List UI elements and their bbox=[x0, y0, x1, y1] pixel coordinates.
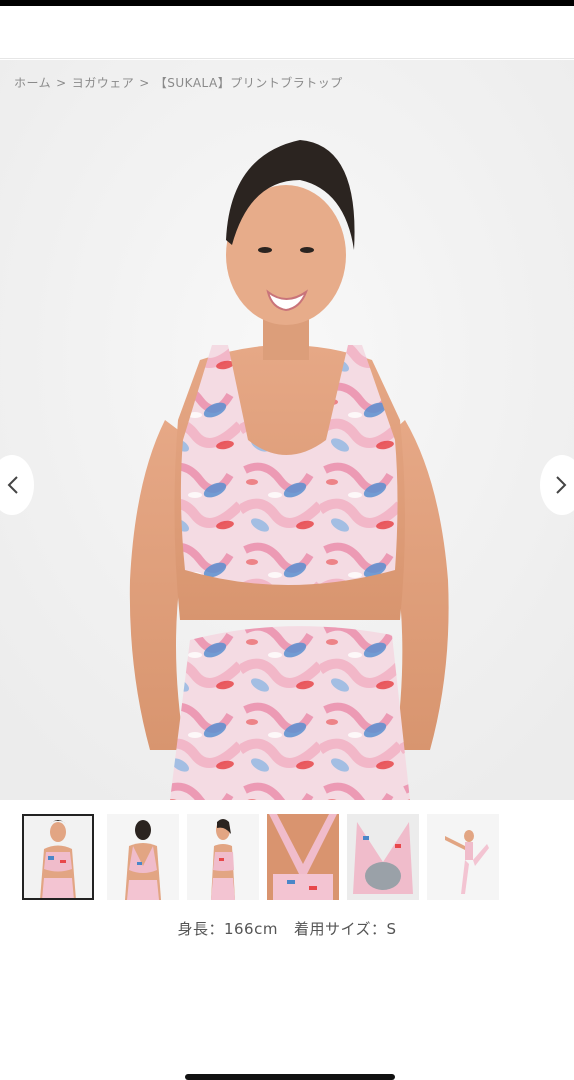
breadcrumb-category[interactable]: ヨガウェア bbox=[72, 74, 135, 91]
thumbnail-image bbox=[107, 814, 179, 900]
chevron-right-icon bbox=[556, 476, 567, 494]
thumbnail-image bbox=[267, 814, 339, 900]
thumbnail-image bbox=[187, 814, 259, 900]
thumbnail-image bbox=[427, 814, 499, 900]
thumbnail-4[interactable] bbox=[267, 814, 339, 900]
home-indicator bbox=[185, 1074, 395, 1080]
main-product-image bbox=[0, 60, 574, 800]
model-size: 着用サイズ：S bbox=[293, 920, 397, 938]
thumbnail-3[interactable] bbox=[187, 814, 259, 900]
thumbnail-1[interactable] bbox=[22, 814, 94, 900]
breadcrumb-home[interactable]: ホーム bbox=[14, 74, 51, 91]
breadcrumb-current: 【SUKALA】プリントブラトップ bbox=[154, 76, 343, 90]
model-info: 身長：166cm 着用サイズ：S bbox=[0, 918, 574, 939]
thumbnail-6[interactable] bbox=[427, 814, 499, 900]
breadcrumb: ホーム > ヨガウェア > 【SUKALA】プリントブラトップ bbox=[14, 74, 343, 91]
product-gallery[interactable] bbox=[0, 60, 574, 800]
chevron-left-icon bbox=[7, 476, 18, 494]
thumbnail-image bbox=[22, 814, 94, 900]
model-height: 身長：166cm bbox=[177, 920, 278, 938]
thumbnail-strip bbox=[22, 814, 552, 904]
breadcrumb-separator: > bbox=[139, 76, 150, 90]
thumbnail-image bbox=[347, 814, 419, 900]
thumbnail-2[interactable] bbox=[107, 814, 179, 900]
header-divider bbox=[0, 58, 574, 59]
thumbnail-5[interactable] bbox=[347, 814, 419, 900]
breadcrumb-separator: > bbox=[56, 76, 67, 90]
status-bar bbox=[0, 0, 574, 6]
